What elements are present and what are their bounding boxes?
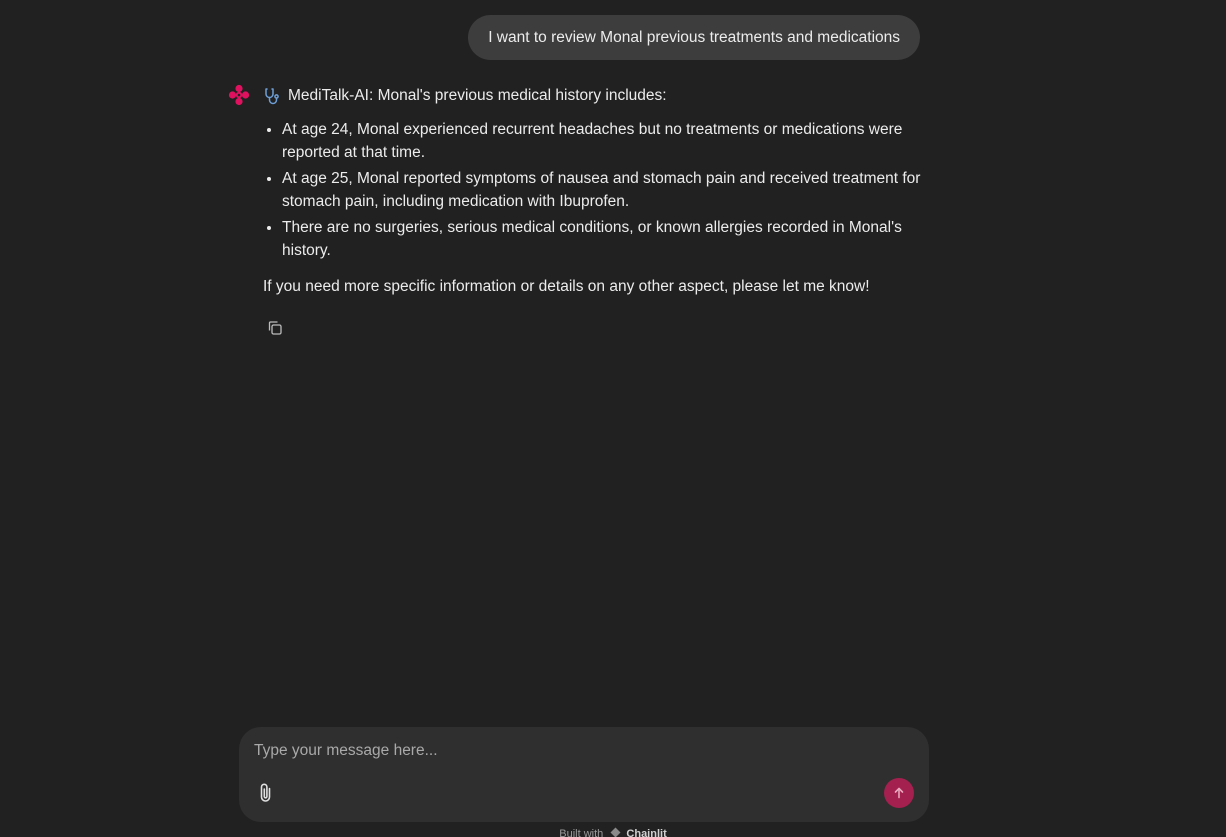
message-heading: MediTalk-AI: Monal's previous medical hi… [263, 83, 923, 108]
closing-text: If you need more specific information or… [263, 278, 870, 295]
arrow-up-icon [894, 787, 904, 799]
medical-history-list: At age 24, Monal experienced recurrent h… [263, 118, 923, 262]
attach-button[interactable] [255, 781, 277, 805]
user-message-bubble: I want to review Monal previous treatmen… [468, 15, 920, 60]
list-item: At age 25, Monal reported symptoms of na… [282, 167, 923, 213]
message-composer [239, 727, 929, 822]
stethoscope-icon [263, 86, 283, 106]
assistant-avatar-icon [228, 84, 250, 106]
footer: Built with Chainlit [0, 827, 1226, 837]
chainlit-logo-icon [610, 827, 621, 837]
send-button[interactable] [884, 778, 914, 808]
user-message-text: I want to review Monal previous treatmen… [488, 29, 900, 46]
copy-icon [268, 321, 282, 335]
copy-button[interactable] [265, 318, 285, 338]
paperclip-icon [260, 783, 271, 802]
message-input[interactable] [254, 739, 894, 763]
chainlit-link[interactable]: Chainlit [626, 828, 666, 837]
list-item: There are no surgeries, serious medical … [282, 216, 923, 262]
built-with-text: Built with [559, 828, 604, 837]
chat-page: I want to review Monal previous treatmen… [0, 0, 1226, 837]
assistant-message: MediTalk-AI: Monal's previous medical hi… [263, 82, 923, 298]
message-heading-text: MediTalk-AI: Monal's previous medical hi… [288, 87, 667, 104]
list-item: At age 24, Monal experienced recurrent h… [282, 118, 923, 164]
